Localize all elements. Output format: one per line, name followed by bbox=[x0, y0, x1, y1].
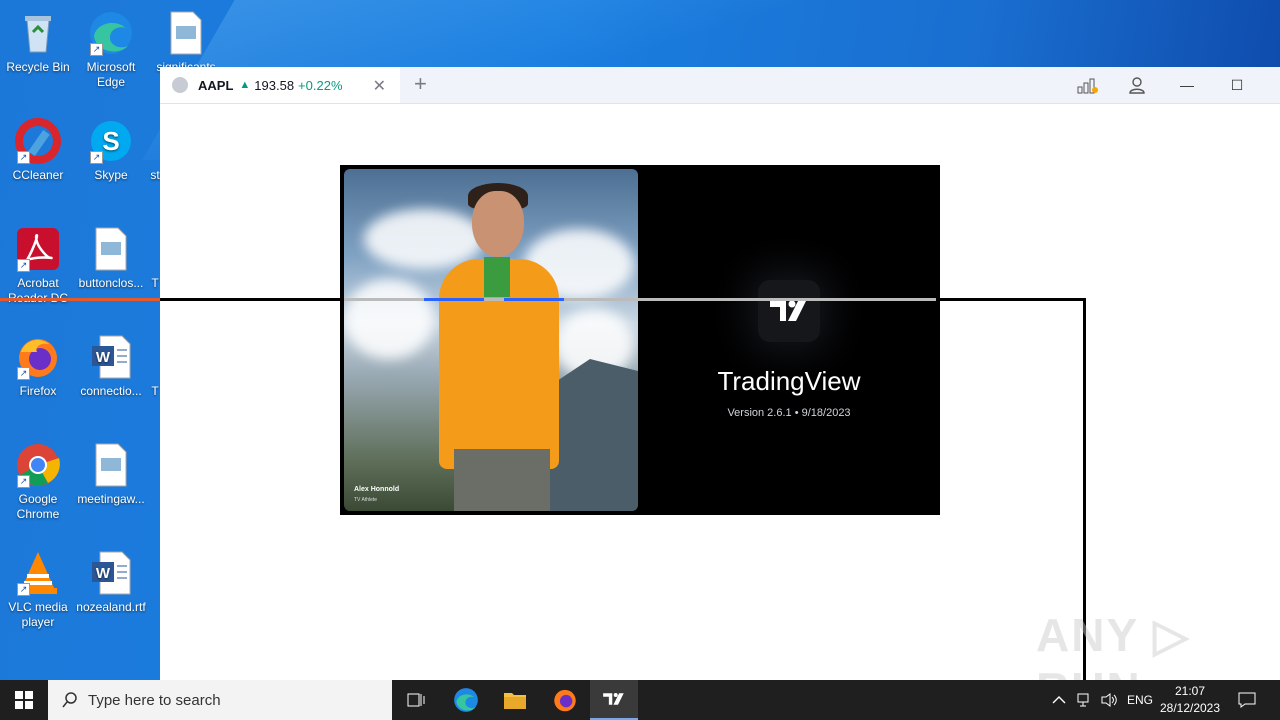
vlc-icon: ↗ bbox=[15, 550, 61, 596]
tab-symbol: AAPL bbox=[198, 77, 234, 93]
photo-caption-name: Alex Honnold bbox=[354, 486, 400, 493]
taskbar-tradingview[interactable] bbox=[590, 680, 638, 720]
notification-icon bbox=[1238, 692, 1256, 708]
clock-date: 28/12/2023 bbox=[1159, 701, 1221, 715]
desktop-icon-label: nozealand.rtf bbox=[76, 600, 146, 614]
desktop-icon-vlc[interactable]: ↗ VLC media player bbox=[0, 544, 76, 630]
desktop-icon-chrome[interactable]: ↗ Google Chrome bbox=[0, 436, 76, 522]
start-button[interactable] bbox=[0, 680, 48, 720]
edge-icon bbox=[454, 688, 478, 712]
chevron-up-icon bbox=[1052, 696, 1066, 704]
minimize-button[interactable]: — bbox=[1163, 67, 1211, 103]
search-icon bbox=[62, 692, 77, 708]
taskbar-firefox[interactable] bbox=[541, 680, 589, 720]
splash-title: TradingView bbox=[717, 366, 861, 396]
desktop-icon-meetingaw[interactable]: meetingaw... bbox=[73, 436, 149, 507]
folder-icon bbox=[504, 693, 526, 709]
clock-time: 21:07 bbox=[1174, 684, 1206, 698]
show-hidden-icons-button[interactable] bbox=[1052, 680, 1066, 720]
desktop-icon-edge[interactable]: ↗ Microsoft Edge bbox=[73, 4, 149, 90]
tradingview-icon bbox=[603, 693, 624, 705]
desktop-icon-label: CCleaner bbox=[12, 168, 64, 182]
user-account-icon[interactable] bbox=[1113, 67, 1161, 103]
recycle-bin-icon bbox=[15, 10, 61, 56]
firefox-icon bbox=[554, 689, 576, 712]
windows-logo-icon bbox=[15, 691, 33, 709]
image-file-icon bbox=[88, 226, 134, 272]
athlete-photo: Alex Honnold TV Athlete bbox=[344, 169, 638, 511]
word-doc-icon: W bbox=[88, 550, 134, 596]
svg-text:W: W bbox=[96, 565, 111, 582]
desktop-icon-recycle-bin[interactable]: Recycle Bin bbox=[0, 4, 76, 75]
network-status-icon[interactable] bbox=[1064, 67, 1112, 103]
firefox-icon: ↗ bbox=[15, 334, 61, 380]
tab-change: +0.22% bbox=[298, 77, 343, 93]
desktop-icon-label: Google Chrome bbox=[16, 492, 60, 521]
shortcut-arrow-icon: ↗ bbox=[17, 583, 30, 596]
desktop-icon-label: buttonclos... bbox=[78, 276, 144, 290]
ccleaner-icon: ↗ bbox=[15, 118, 61, 164]
desktop-icon-label: Skype bbox=[94, 168, 128, 182]
up-arrow-icon: ▲ bbox=[239, 79, 251, 91]
title-bar[interactable]: AAPL ▲ 193.58 +0.22% ✕ + — ☐ bbox=[160, 67, 1280, 104]
splash-version: Version 2.6.1 • 9/18/2023 bbox=[727, 407, 851, 419]
task-view-icon bbox=[407, 693, 425, 707]
desktop-icon-ccleaner[interactable]: ↗ CCleaner bbox=[0, 112, 76, 183]
maximize-button[interactable]: ☐ bbox=[1213, 67, 1261, 103]
notifications-button[interactable] bbox=[1238, 680, 1256, 720]
tab-price: 193.58 bbox=[254, 77, 295, 93]
desktop-icon-nozealand[interactable]: W nozealand.rtf bbox=[73, 544, 149, 615]
desktop-icon-firefox[interactable]: ↗ Firefox bbox=[0, 328, 76, 399]
new-tab-button[interactable]: + bbox=[414, 71, 427, 97]
taskbar-edge[interactable] bbox=[442, 680, 490, 720]
desktop-icon-label: Microsoft Edge bbox=[86, 60, 136, 89]
shortcut-arrow-icon: ↗ bbox=[90, 151, 103, 164]
desktop-icon-connectio[interactable]: W connectio... bbox=[73, 328, 149, 399]
network-icon[interactable] bbox=[1076, 680, 1094, 720]
tradingview-splash-screen: Alex Honnold TV Athlete TradingView Vers… bbox=[340, 165, 940, 515]
tab-aapl[interactable]: AAPL ▲ 193.58 +0.22% ✕ bbox=[160, 67, 400, 103]
shortcut-arrow-icon: ↗ bbox=[17, 367, 30, 380]
taskbar-file-explorer[interactable] bbox=[491, 680, 539, 720]
desktop-icon-label: connectio... bbox=[80, 384, 142, 398]
photo-caption-sub: TV Athlete bbox=[354, 497, 378, 503]
taskbar: Type here to search ENG 21:07 28/12/2023 bbox=[0, 680, 1280, 720]
svg-text:S: S bbox=[102, 126, 119, 156]
search-placeholder: Type here to search bbox=[88, 691, 221, 709]
desktop-icon-label: meetingaw... bbox=[77, 492, 145, 506]
volume-icon[interactable] bbox=[1100, 680, 1118, 720]
loading-progress bbox=[344, 298, 936, 301]
close-tab-icon[interactable]: ✕ bbox=[373, 76, 386, 96]
chrome-icon: ↗ bbox=[15, 442, 61, 488]
acrobat-icon: ↗ bbox=[15, 226, 61, 272]
taskbar-search-box[interactable]: Type here to search bbox=[48, 680, 392, 720]
shortcut-arrow-icon: ↗ bbox=[17, 475, 30, 488]
artifact-line bbox=[0, 298, 160, 301]
edge-icon: ↗ bbox=[88, 10, 134, 56]
desktop-icon-significants[interactable]: significants bbox=[148, 4, 224, 75]
word-doc-icon: W bbox=[88, 334, 134, 380]
image-file-icon bbox=[88, 442, 134, 488]
task-view-button[interactable] bbox=[392, 680, 440, 720]
desktop-icon-label: Acrobat Reader DC bbox=[8, 276, 68, 305]
tradingview-logo-icon bbox=[758, 280, 820, 342]
skype-icon: S ↗ bbox=[88, 118, 134, 164]
svg-text:W: W bbox=[96, 349, 111, 366]
image-file-icon bbox=[163, 10, 209, 56]
symbol-logo-icon bbox=[172, 77, 188, 93]
desktop-icon-label: Recycle Bin bbox=[6, 60, 70, 74]
desktop-icon-label: Firefox bbox=[19, 384, 57, 398]
shortcut-arrow-icon: ↗ bbox=[17, 151, 30, 164]
shortcut-arrow-icon: ↗ bbox=[17, 259, 30, 272]
desktop-icon-buttonclos[interactable]: buttonclos... bbox=[73, 220, 149, 291]
desktop-icon-skype[interactable]: S ↗ Skype bbox=[73, 112, 149, 183]
desktop-icon-label: VLC media player bbox=[8, 600, 68, 629]
shortcut-arrow-icon: ↗ bbox=[90, 43, 103, 56]
desktop-icon-acrobat[interactable]: ↗ Acrobat Reader DC bbox=[0, 220, 76, 306]
system-clock[interactable]: 21:07 28/12/2023 bbox=[1150, 683, 1230, 717]
